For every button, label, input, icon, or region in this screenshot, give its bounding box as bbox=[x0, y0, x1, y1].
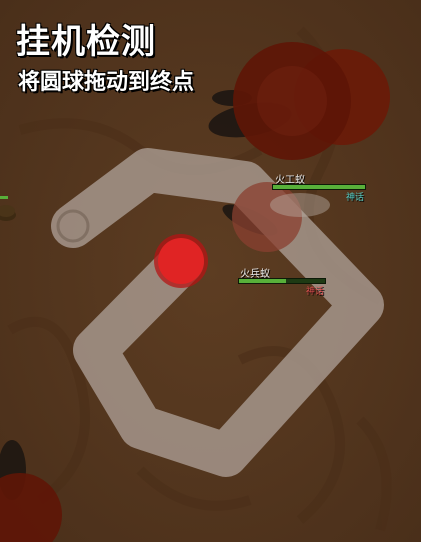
drag-ball[interactable] bbox=[158, 238, 204, 284]
unit-tag-fire-soldier: 神话 bbox=[306, 287, 325, 297]
unit-hp-fill bbox=[239, 279, 287, 283]
captcha-instruction: 将圆球拖动到终点 bbox=[18, 70, 195, 95]
captcha-title: 挂机检测 bbox=[16, 22, 156, 62]
unit-tag-fire-worker: 神话 bbox=[346, 193, 365, 203]
unit-hp-fill bbox=[273, 185, 365, 189]
